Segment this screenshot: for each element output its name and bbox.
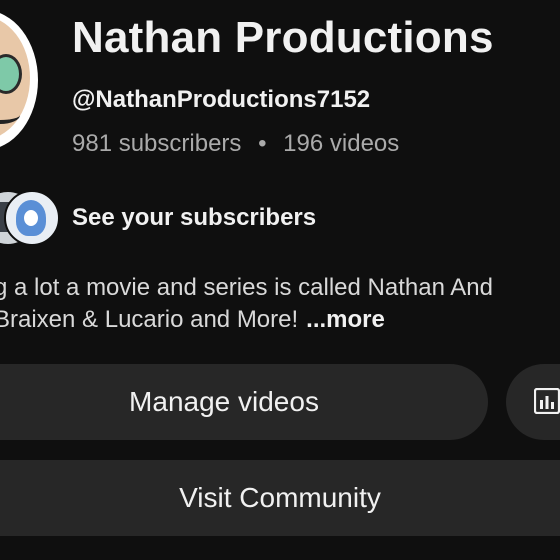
manage-videos-button[interactable]: Manage videos (0, 364, 488, 440)
video-count: 196 videos (283, 130, 400, 157)
channel-name: Nathan Productions (72, 13, 494, 62)
analytics-bar-chart-icon (534, 388, 560, 414)
channel-stats: 981 subscribers • 196 videos (72, 128, 399, 160)
stats-separator: • (258, 130, 267, 157)
description-line: g a lot a movie and series is called Nat… (0, 274, 493, 301)
avatar-mouth (0, 106, 20, 124)
channel-handle: @NathanProductions7152 (72, 86, 371, 113)
subscriber-avatars[interactable] (0, 190, 60, 246)
visit-community-button[interactable]: Visit Community (0, 460, 560, 536)
description-line: Braixen & Lucario and More! ...more (0, 304, 560, 336)
channel-page: Nathan Productions @NathanProductions715… (0, 0, 560, 560)
subscriber-avatar (4, 190, 60, 246)
see-subscribers-link[interactable]: See your subscribers (72, 202, 316, 234)
channel-description[interactable]: g a lot a movie and series is called Nat… (0, 272, 560, 336)
subscriber-count: 981 subscribers (72, 130, 242, 157)
description-text: Braixen & Lucario and More! (0, 306, 299, 333)
channel-avatar[interactable] (0, 10, 38, 150)
analytics-button[interactable] (506, 364, 560, 440)
more-link[interactable]: ...more (306, 306, 385, 333)
